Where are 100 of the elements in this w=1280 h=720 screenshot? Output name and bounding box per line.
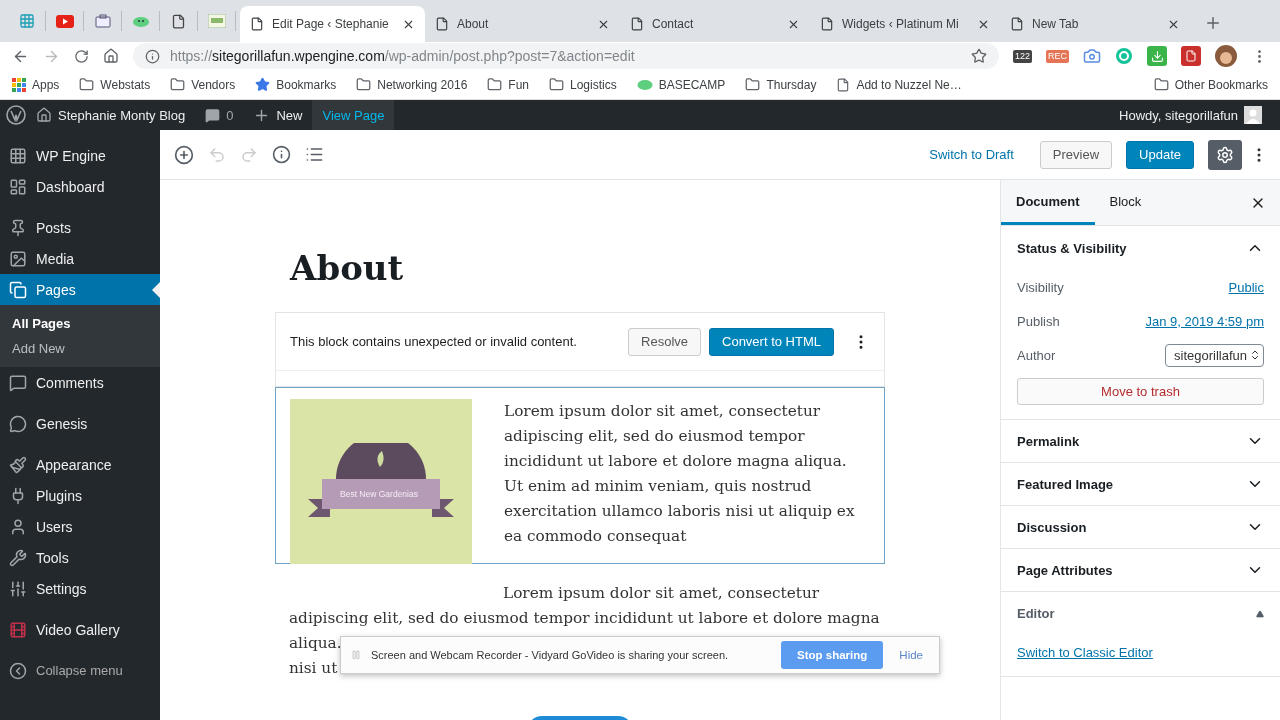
bookmark-item[interactable]: Vendors (170, 77, 236, 92)
wrench-icon (9, 548, 27, 567)
paragraph-line[interactable]: adipiscing elit, sed do eiusmod tempor incididunt ut labore et dolore magna (289, 606, 880, 631)
menu-item[interactable]: Plugins (0, 480, 160, 511)
menu-item[interactable]: Comments (0, 367, 160, 398)
download-button[interactable] (1147, 46, 1167, 66)
banner-text: Best New Gardenias (340, 489, 418, 499)
page-icon (820, 17, 834, 31)
play-icon[interactable] (55, 14, 74, 28)
hide-button[interactable]: Hide (893, 648, 929, 662)
menu-item[interactable]: WP Engine (0, 140, 160, 171)
info-icon[interactable] (272, 145, 291, 164)
section-header[interactable]: Discussion (1017, 506, 1264, 548)
menu-item[interactable]: Dashboard (0, 171, 160, 202)
paragraph-line[interactable]: nisi ut (289, 656, 338, 681)
menu-item[interactable]: Pages (0, 274, 160, 305)
outline-icon[interactable] (305, 145, 324, 164)
browser-tab[interactable]: Edit Page ‹ Stephanie (240, 6, 425, 42)
site-link[interactable]: Stephanie Monty Blog (26, 100, 196, 130)
section-header[interactable]: Editor (1017, 592, 1264, 635)
warning-message: This block contains unexpected or invalid content. (290, 334, 578, 349)
panel-tab[interactable]: Document (1001, 180, 1095, 225)
submenu-item[interactable]: Add New (0, 336, 160, 361)
pause-icon (351, 650, 361, 660)
toolbox-icon[interactable] (94, 14, 111, 28)
menu-item[interactable]: Appearance (0, 449, 160, 480)
submenu-item[interactable]: All Pages (0, 311, 160, 336)
folder-icon (1153, 77, 1169, 92)
folder-icon (487, 77, 503, 92)
bookmark-item[interactable]: Fun (487, 77, 529, 92)
pages-icon (9, 280, 27, 299)
browser-tab[interactable]: Contact (620, 6, 810, 42)
extension-badge[interactable]: 122 (1012, 49, 1032, 63)
brush-icon (9, 455, 27, 474)
panel-tab[interactable]: Block (1094, 180, 1157, 225)
convert-button[interactable]: Convert to HTML (709, 327, 834, 356)
star-icon[interactable] (970, 48, 987, 64)
media-text-block[interactable] (275, 387, 885, 564)
add-block-icon[interactable] (174, 144, 194, 165)
page-icon[interactable] (171, 13, 186, 29)
bookmark-item[interactable]: Other Bookmarks (1153, 77, 1268, 92)
browser-tab[interactable]: About (425, 6, 620, 42)
bookmark-item[interactable]: BASECAMP (636, 77, 726, 92)
section-header[interactable]: Page Attributes (1017, 549, 1264, 591)
section-header[interactable]: Permalink (1017, 420, 1264, 462)
paragraph-line[interactable]: Lorem ipsum dolor sit amet, consectetur (503, 581, 820, 606)
avatar (1244, 106, 1262, 124)
bookmark-item[interactable]: Bookmarks (255, 77, 337, 92)
value-link[interactable]: Public (1228, 279, 1264, 295)
address-field[interactable]: https://sitegorillafun.wpengine.com/wp-admin/post.php?post=7&action=edit (133, 43, 999, 69)
comments-link[interactable]: 0 (195, 100, 244, 130)
bookmark-item[interactable]: Thursday (745, 77, 817, 92)
camp-icon[interactable] (131, 15, 150, 27)
menu-item[interactable]: Genesis (0, 408, 160, 439)
collapse-menu[interactable]: Collapse menu (0, 655, 160, 686)
switch-to-draft-button[interactable]: Switch to Draft (917, 147, 1026, 162)
thumbnail-icon[interactable] (207, 14, 226, 28)
paragraph-line[interactable]: aliqua. (289, 631, 342, 656)
folder-icon (170, 77, 186, 92)
field-label: Publish (1017, 313, 1060, 329)
apps-icon (12, 77, 26, 92)
home-icon[interactable] (103, 48, 119, 64)
author-select[interactable]: sitegorillafun (1165, 343, 1264, 367)
menu-item[interactable]: Settings (0, 573, 160, 604)
resolve-button[interactable]: Resolve (628, 327, 701, 356)
classic-editor-link[interactable]: Switch to Classic Editor (1017, 645, 1153, 660)
wordpress-logo[interactable] (6, 105, 26, 125)
new-link[interactable]: New (243, 100, 313, 130)
browser-tab[interactable]: New Tab (1000, 6, 1190, 42)
menu-item[interactable]: Tools (0, 542, 160, 573)
page-title[interactable]: About (290, 248, 885, 288)
move-to-trash-button[interactable]: Move to trash (1017, 378, 1264, 405)
extension-button[interactable] (1181, 46, 1201, 66)
browser-tab[interactable]: Widgets ‹ Platinum Mi (810, 6, 1000, 42)
film-icon (9, 620, 27, 639)
settings-button[interactable] (1208, 139, 1242, 170)
pin-icon (9, 218, 27, 237)
update-button[interactable]: Update (1126, 140, 1194, 169)
bookmark-item[interactable]: Networking 2016 (356, 77, 468, 92)
value-link[interactable]: Jan 9, 2019 4:59 pm (1145, 313, 1264, 329)
menu-item[interactable]: Media (0, 243, 160, 274)
avatar[interactable] (1215, 45, 1237, 67)
bookmark-item[interactable]: Apps (12, 77, 60, 92)
camera-icon[interactable] (1083, 47, 1101, 65)
sliders-icon (9, 579, 27, 598)
menu-item[interactable]: Video Gallery (0, 614, 160, 645)
section-header[interactable]: Status & Visibility (1017, 226, 1264, 270)
menu-item[interactable]: Users (0, 511, 160, 542)
section-header[interactable]: Featured Image (1017, 463, 1264, 505)
media-paragraph[interactable]: Lorem ipsum dolor sit amet, consectetur adipiscing elit, sed do eiusmod tempor incididunt ut labore et dolore magna aliqua. Ut enim ad minim veniam, quis nostrud exercitation ullamco laboris nisi ut aliquip ex ea commodo consequat (504, 399, 870, 563)
bookmark-item[interactable]: Webstats (79, 77, 151, 92)
menu-item[interactable]: Posts (0, 212, 160, 243)
view-page-link[interactable]: View Page (312, 100, 395, 130)
bookmark-item[interactable]: Add to Nuzzel Ne… (836, 77, 962, 92)
bookmark-item[interactable]: Logistics (549, 77, 617, 92)
account-link[interactable]: Howdy, sitegorillafun (1109, 100, 1272, 130)
preview-button[interactable]: Preview (1039, 140, 1113, 169)
page-icon (435, 17, 449, 31)
new-tab-icon[interactable] (1204, 14, 1222, 32)
reload-icon[interactable] (74, 48, 89, 64)
